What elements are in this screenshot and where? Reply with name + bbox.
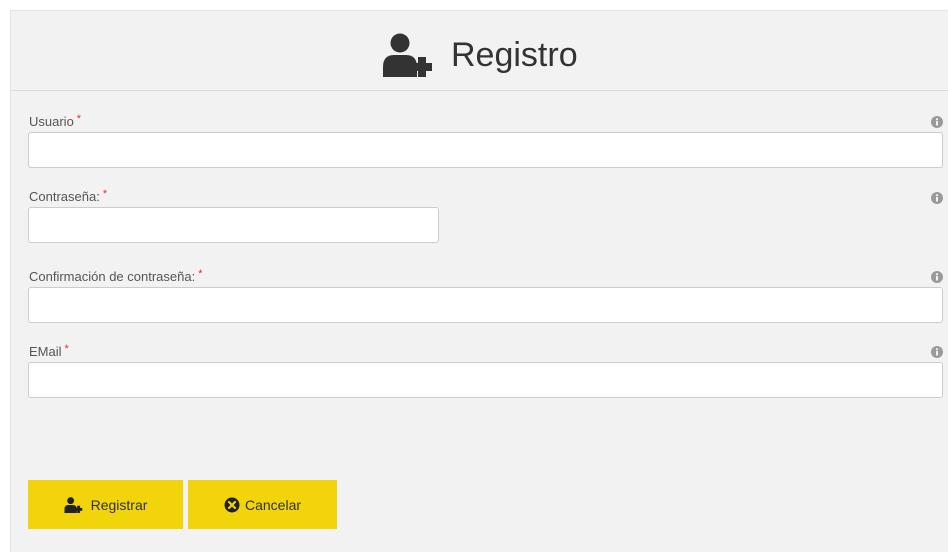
required-marker: * [102, 188, 108, 200]
email-label-text: EMail [29, 344, 62, 359]
password-confirm-input[interactable] [28, 287, 943, 323]
user-plus-icon [383, 33, 432, 77]
password-label-text: Contraseña: [29, 189, 100, 204]
password-confirm-label: Confirmación de contraseña: * [29, 268, 203, 285]
required-marker: * [76, 113, 82, 125]
password-label: Contraseña: * [29, 188, 108, 205]
info-circle-icon[interactable] [931, 192, 943, 204]
username-input[interactable] [28, 132, 943, 168]
info-circle-icon[interactable] [931, 346, 943, 358]
info-circle-icon[interactable] [931, 271, 943, 283]
email-input[interactable] [28, 362, 943, 398]
registration-panel: Registro Usuario * Contraseña: * Confirmac… [10, 10, 948, 552]
register-button[interactable]: Registrar [28, 480, 183, 529]
panel-header: Registro [11, 11, 948, 91]
times-circle-icon [224, 497, 240, 512]
page-title-group: Registro [383, 33, 578, 77]
username-label-text: Usuario [29, 114, 74, 129]
password-input[interactable] [28, 207, 439, 243]
page-title: Registro [451, 36, 578, 74]
required-marker: * [64, 343, 69, 355]
register-button-label: Registrar [90, 496, 148, 513]
email-label: EMail * [29, 343, 69, 360]
user-plus-icon [64, 496, 82, 513]
info-circle-icon[interactable] [931, 116, 943, 128]
password-confirm-label-text: Confirmación de contraseña: [29, 269, 196, 284]
cancel-button-label: Cancelar [244, 496, 302, 513]
cancel-button[interactable]: Cancelar [188, 480, 337, 529]
username-label: Usuario * [29, 113, 82, 130]
required-marker: * [198, 268, 203, 280]
